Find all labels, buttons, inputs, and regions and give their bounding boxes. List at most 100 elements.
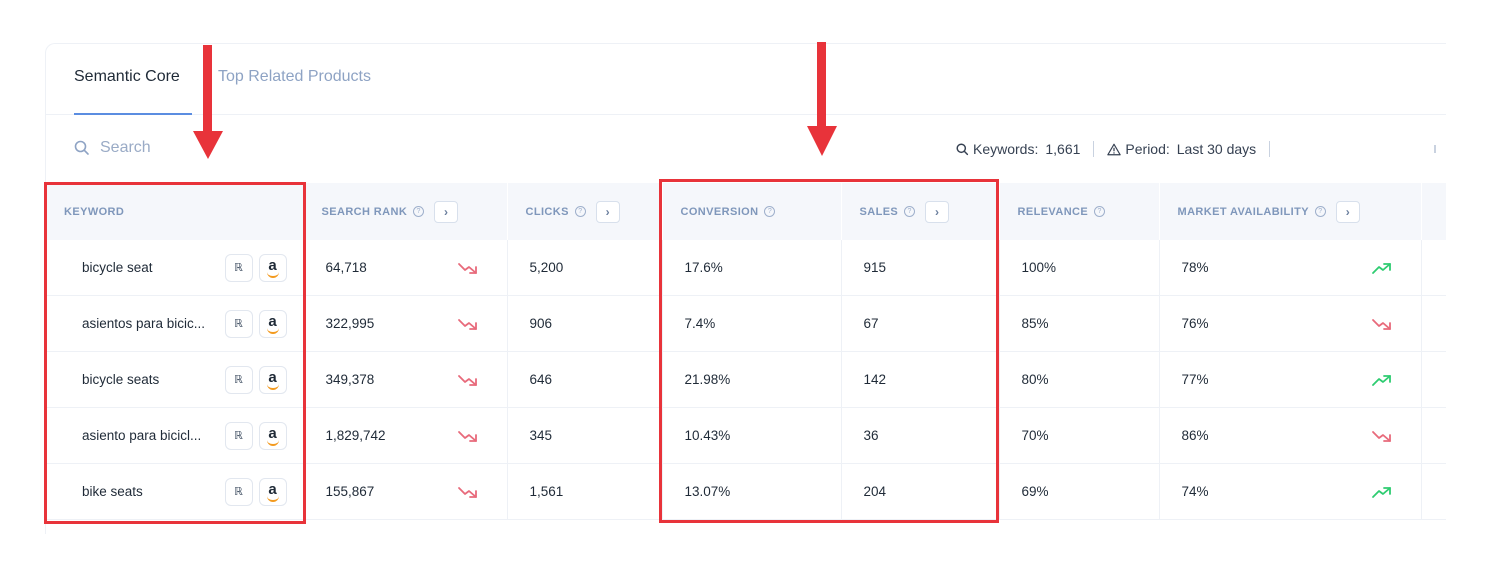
stats-divider [1093,141,1095,157]
summary-stats: Keywords: 1,661 Period: Last 30 days [956,141,1283,157]
question-circle-icon[interactable]: ? [764,206,776,217]
keyword-cell: asientos para bicic... ℝa [46,295,304,352]
sales-value: 67 [863,316,879,331]
keywords-table: KEYWORD SEARCH RANK? › CLICKS? › CONVERSION? S… [46,183,1446,520]
trend-up-icon [1371,262,1391,274]
overflow-cell [1421,463,1446,520]
keyword-cell: asiento para bicicl... ℝa [46,407,304,464]
table-row: bicycle seats ℝa 349,378 646 21.98% 142 80% 77% [46,351,1446,408]
column-header-content: CLICKS? › [526,200,662,223]
search-rank-value: 322,995 [325,316,375,331]
keyword-cell: bicycle seat ℝa [46,240,304,296]
chevron-right-icon[interactable]: › [1335,200,1360,223]
keyword-text[interactable]: bicycle seat [82,260,153,275]
reverse-search-icon[interactable]: ℝ [224,421,253,450]
conversion-value: 7.4% [684,316,716,331]
overflow-cell [1421,407,1446,464]
amazon-logo-icon[interactable]: a [258,477,287,506]
question-circle-icon[interactable]: ? [904,206,916,217]
trend-down-icon [457,318,477,330]
search-input[interactable] [100,139,260,157]
conversion-cell: 7.4% [662,295,842,352]
column-header-label: MARKET AVAILABILITY [1177,205,1309,218]
reverse-search-icon[interactable]: ℝ [224,253,253,282]
market-availability-content: 78% [1182,260,1421,275]
market-availability-value: 76% [1181,316,1209,331]
search-box [74,139,260,157]
column-header[interactable]: KEYWORD [46,183,304,240]
column-header-content: KEYWORD [64,206,303,218]
amazon-logo-icon[interactable]: a [258,253,287,282]
overflow-cell [1421,295,1446,352]
toolbar: Keywords: 1,661 Period: Last 30 days [46,115,1446,183]
market-availability-content: 86% [1182,428,1421,443]
amazon-logo-icon[interactable]: a [258,421,287,450]
column-header[interactable]: RELEVANCE? [999,183,1160,240]
question-circle-icon[interactable]: ? [413,206,425,217]
column-header-overflow [1421,183,1446,240]
search-rank-cell: 349,378 [303,351,508,408]
table-body: bicycle seat ℝa 64,718 5,200 17.6% 915 100% 78%… [46,240,1446,520]
search-rank-content: 64,718 [326,260,507,275]
table-row: bicycle seat ℝa 64,718 5,200 17.6% 915 100% 78% [46,240,1446,296]
chevron-right-icon[interactable]: › [595,200,620,223]
chevron-right-icon[interactable]: › [925,200,950,223]
sales-cell: 142 [841,351,1000,408]
sales-cell: 67 [841,295,1000,352]
column-header[interactable]: MARKET AVAILABILITY? › [1159,183,1422,240]
conversion-cell: 21.98% [662,351,842,408]
relevance-value: 70% [1021,428,1049,443]
question-circle-icon[interactable]: ? [1094,206,1106,217]
amazon-smile-icon [266,440,279,446]
column-header[interactable]: CLICKS? › [507,183,663,240]
reverse-search-icon[interactable]: ℝ [224,365,253,394]
clicks-cell: 1,561 [507,463,663,520]
column-header[interactable]: SALES? › [841,183,1000,240]
keyword-text[interactable]: asientos para bicic... [82,316,205,331]
amazon-smile-icon [266,328,279,334]
reverse-search-icon[interactable]: ℝ [224,477,253,506]
keyword-text[interactable]: bicycle seats [82,372,159,387]
sales-cell: 36 [841,407,1000,464]
column-header[interactable]: CONVERSION? [662,183,842,240]
search-icon [74,140,89,155]
keyword-cell-content: asientos para bicic... ℝa [82,309,303,338]
conversion-value: 13.07% [684,484,731,499]
clicks-cell: 5,200 [507,240,663,296]
question-circle-icon[interactable]: ? [574,206,586,217]
keywords-value: 1,661 [1045,141,1081,157]
reverse-search-icon[interactable]: ℝ [224,309,253,338]
table-row: asiento para bicicl... ℝa 1,829,742 345 10.4… [46,407,1446,464]
column-header-label: KEYWORD [64,205,125,218]
question-circle-icon[interactable]: ? [1314,206,1326,217]
keyword-cell: bicycle seats ℝa [46,351,304,408]
clicks-cell: 345 [507,407,663,464]
column-header-content: SALES? › [860,200,999,223]
amazon-smile-icon [266,384,279,390]
column-header[interactable]: SEARCH RANK? › [303,183,508,240]
keyword-cell-content: bicycle seat ℝa [82,253,303,282]
sales-value: 204 [863,484,887,499]
market-availability-value: 78% [1181,260,1209,275]
search-rank-value: 64,718 [325,260,367,275]
keyword-text[interactable]: bike seats [82,484,143,499]
chevron-right-icon[interactable]: › [434,200,459,223]
trend-down-icon [457,262,477,274]
clicks-value: 345 [529,428,553,443]
table-row: bike seats ℝa 155,867 1,561 13.07% 204 69% 74% [46,463,1446,520]
keyword-text[interactable]: asiento para bicicl... [82,428,201,443]
tab-semantic-core[interactable]: Semantic Core [74,68,180,86]
market-availability-value: 74% [1181,484,1209,499]
trend-up-icon [1371,374,1391,386]
sales-value: 36 [863,428,879,443]
tab-top-related-products[interactable]: Top Related Products [218,68,371,86]
amazon-logo-icon[interactable]: a [258,365,287,394]
relevance-cell: 100% [999,240,1160,296]
clicks-cell: 906 [507,295,663,352]
search-rank-value: 1,829,742 [325,428,386,443]
table-header-row: KEYWORD SEARCH RANK? › CLICKS? › CONVERSION? S… [46,183,1446,240]
conversion-value: 10.43% [684,428,731,443]
column-header-label: RELEVANCE [1017,205,1089,218]
amazon-logo-icon[interactable]: a [258,309,287,338]
trend-down-icon [457,486,477,498]
